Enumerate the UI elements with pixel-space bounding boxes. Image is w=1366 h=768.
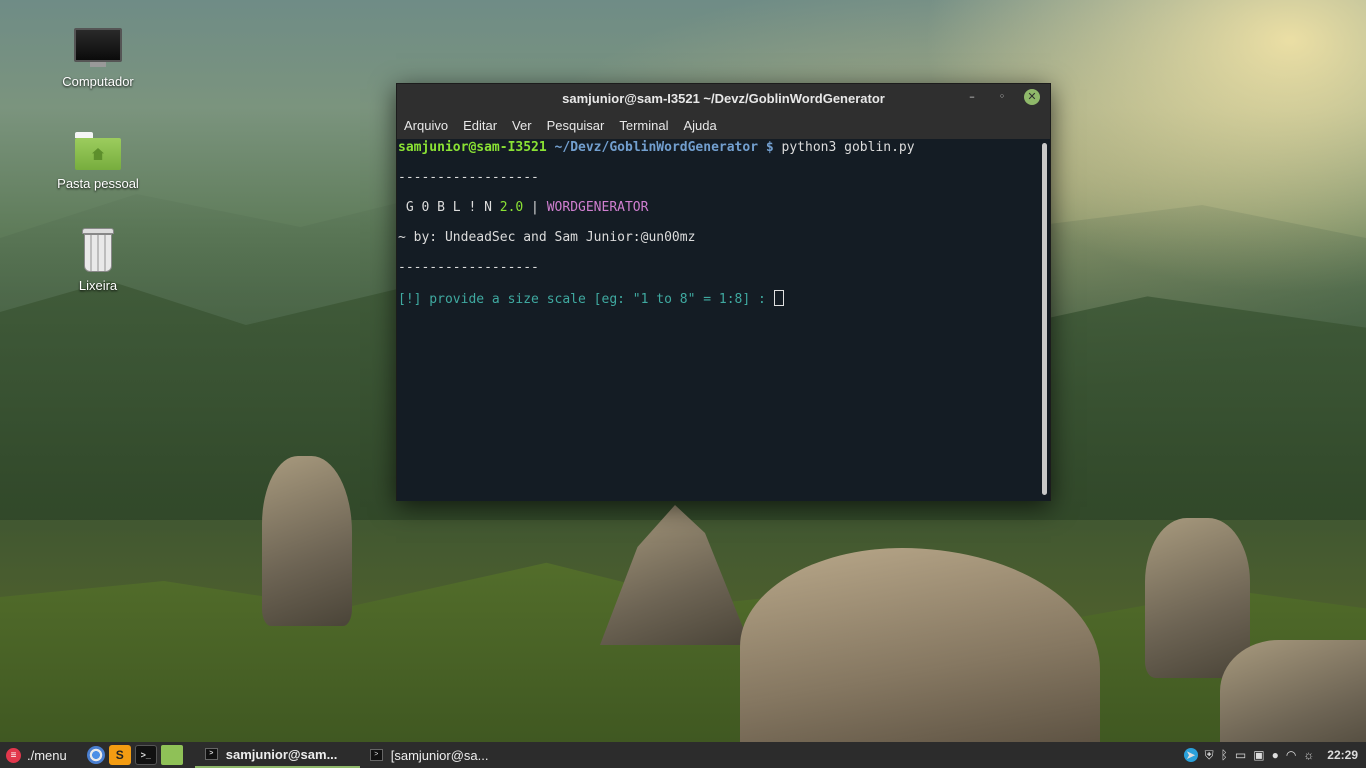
maximize-button[interactable]: ◦ [994,89,1010,105]
desktop-icon-label: Computador [62,74,134,89]
divider-line: ------------------ [398,260,539,275]
wifi-icon[interactable]: ◠ [1286,748,1296,762]
monitor-icon [74,28,122,68]
terminal-window[interactable]: samjunior@sam-I3521 ~/Devz/GoblinWordGen… [396,83,1051,501]
sublime-icon[interactable]: S [108,745,131,765]
wallpaper-rock [1145,518,1250,678]
minimize-button[interactable]: – [964,89,980,105]
taskbar-window-terminal-1[interactable]: > samjunior@sam... [194,742,360,768]
desktop-icon-home[interactable]: Pasta pessoal [48,132,148,191]
start-menu-button[interactable]: ≡ ./menu [0,742,75,768]
divider-line: ------------------ [398,170,539,185]
input-prompt-line[interactable]: [!] provide a size scale [eg: "1 to 8" =… [398,290,1050,307]
task-label: samjunior@sam... [225,746,338,762]
display-icon[interactable]: ▭ [1235,748,1246,762]
menu-pesquisar[interactable]: Pesquisar [547,118,605,133]
command-line: samjunior@sam-I3521 ~/Devz/GoblinWordGen… [398,140,1050,155]
banner-letters: G 0 B L ! N [398,200,500,215]
clock[interactable]: 22:29 [1327,748,1358,762]
telegram-icon[interactable]: ➤ [1183,748,1198,762]
brightness-icon[interactable]: ☼ [1303,748,1314,762]
bluetooth-icon[interactable]: ᛒ [1221,748,1228,762]
shield-icon[interactable]: ⛨ [1205,748,1214,763]
window-menubar: Arquivo Editar Ver Pesquisar Terminal Aj… [397,112,1050,139]
banner-name: WORDGENERATOR [546,200,649,215]
chrome-icon[interactable] [86,746,105,764]
home-folder-icon [75,132,121,170]
window-titlebar[interactable]: samjunior@sam-I3521 ~/Devz/GoblinWordGen… [397,84,1050,112]
terminal-output[interactable]: samjunior@sam-I3521 ~/Devz/GoblinWordGen… [397,139,1050,501]
menu-arquivo[interactable]: Arquivo [404,118,448,133]
taskbar-window-terminal-2[interactable]: > [samjunior@sa... [360,742,525,768]
user-icon[interactable]: ● [1272,748,1279,762]
banner-line: G 0 B L ! N 2.0 | WORDGENERATOR [398,200,1050,215]
prompt-user: samjunior@sam-I3521 [398,140,547,155]
system-tray: ➤ ⛨ ᛒ ▭ ▣ ● ◠ ☼ 22:29 [1183,742,1366,768]
terminal-icon: > [204,748,218,760]
scrollbar[interactable] [1042,143,1047,495]
desktop-icon-label: Lixeira [78,278,118,293]
taskbar: ≡ ./menu S >_ > samjunior@sam... > [samj… [0,742,1366,768]
desktop-icon-trash[interactable]: Lixeira [48,228,148,293]
terminal-icon: > [369,749,383,761]
close-button[interactable]: ✕ [1024,89,1040,105]
input-prompt: [!] provide a size scale [eg: "1 to 8" =… [398,292,774,307]
task-label: [samjunior@sa... [390,747,489,763]
banner-version: 2.0 [499,200,524,215]
menu-ver[interactable]: Ver [512,118,532,133]
menu-icon: ≡ [6,747,21,763]
desktop-icon-computer[interactable]: Computador [48,28,148,89]
text-cursor [773,290,784,306]
terminal-icon[interactable]: >_ [134,745,157,765]
window-title: samjunior@sam-I3521 ~/Devz/GoblinWordGen… [562,90,885,106]
byline: ~ by: UndeadSec and Sam Junior:@un00mz [398,230,696,245]
desktop-icon-label: Pasta pessoal [57,176,139,191]
command-text: python3 goblin.py [781,140,915,155]
prompt-path: ~/Devz/GoblinWordGenerator [554,140,759,155]
banner-separator: | [523,200,547,215]
trash-icon [82,228,114,272]
menu-editar[interactable]: Editar [463,118,497,133]
files-icon[interactable] [160,745,183,765]
workspace-icon[interactable]: ▣ [1253,748,1264,762]
prompt-symbol: $ [765,140,774,155]
wallpaper-rock [600,505,750,645]
menu-terminal[interactable]: Terminal [619,118,668,133]
wallpaper-rock [262,456,352,626]
menu-label: ./menu [27,747,67,763]
menu-ajuda[interactable]: Ajuda [684,118,717,133]
wallpaper-rock [740,548,1100,768]
